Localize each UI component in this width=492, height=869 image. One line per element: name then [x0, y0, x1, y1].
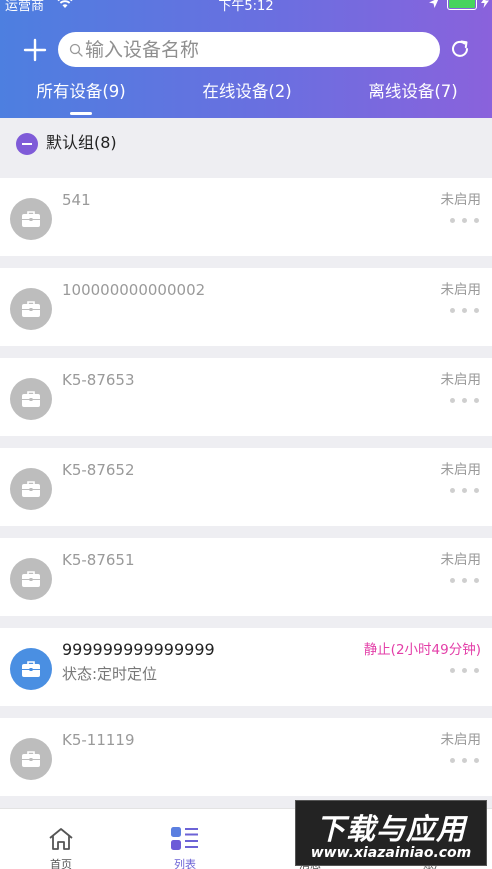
home-icon [49, 828, 73, 850]
device-row[interactable]: 100000000000002 未启用 [0, 268, 492, 346]
device-row[interactable]: 999999999999999 静止(2小时49分钟) 状态:定时定位 [0, 628, 492, 706]
device-row[interactable]: K5-11119 未启用 [0, 718, 492, 796]
device-status: 未启用 [440, 192, 482, 208]
search-icon [69, 43, 83, 57]
tabbar-home[interactable]: 首页 [21, 809, 101, 869]
device-briefcase-icon [10, 738, 52, 780]
more-options-icon[interactable] [450, 218, 482, 224]
device-status: 未启用 [440, 462, 482, 478]
refresh-icon[interactable] [449, 38, 471, 60]
device-name: K5-87652 [62, 461, 135, 479]
more-options-icon[interactable] [450, 398, 482, 404]
device-name: 541 [62, 191, 91, 209]
search-bar[interactable] [58, 32, 440, 67]
device-briefcase-icon [10, 288, 52, 330]
collapse-group-icon[interactable] [16, 133, 38, 155]
device-status: 未启用 [440, 552, 482, 568]
tabbar-list[interactable]: 列表 [145, 809, 225, 869]
more-options-icon[interactable] [450, 668, 482, 674]
watermark-logo: 下载与应用 www.xiazainiao.com [295, 800, 487, 866]
list-icon [171, 827, 198, 850]
status-bar: 运营商 下午5:12 [0, 0, 492, 22]
add-device-button[interactable] [22, 37, 48, 63]
device-name: K5-11119 [62, 731, 135, 749]
watermark-title: 下载与应用 [315, 812, 466, 846]
device-name: 100000000000002 [62, 281, 206, 299]
device-row[interactable]: K5-87653 未启用 [0, 358, 492, 436]
active-tab-indicator [70, 112, 92, 115]
device-row[interactable]: K5-87651 未启用 [0, 538, 492, 616]
more-options-icon[interactable] [450, 308, 482, 314]
device-name: K5-87653 [62, 371, 135, 389]
charging-icon [481, 0, 489, 8]
device-substatus: 状态:定时定位 [62, 665, 158, 683]
more-options-icon[interactable] [450, 578, 482, 584]
app-header: 运营商 下午5:12 所有设备(9) 在线设备(2) 离线设备(7) [0, 0, 492, 118]
tab-all-devices[interactable]: 所有设备(9) [20, 80, 142, 104]
device-briefcase-icon [10, 648, 52, 690]
device-search-input[interactable] [85, 32, 425, 67]
location-arrow-icon [429, 0, 439, 8]
device-status: 静止(2小时49分钟) [363, 642, 481, 658]
device-briefcase-icon [10, 558, 52, 600]
device-name: K5-87651 [62, 551, 135, 569]
battery-icon [447, 0, 477, 10]
device-briefcase-icon [10, 468, 52, 510]
more-options-icon[interactable] [450, 758, 482, 764]
status-time: 下午5:12 [218, 0, 274, 14]
device-row[interactable]: K5-87652 未启用 [0, 448, 492, 526]
tabbar-label: 列表 [174, 858, 196, 869]
watermark-url: www.xiazainiao.com [310, 845, 472, 861]
device-status: 未启用 [440, 372, 482, 388]
device-briefcase-icon [10, 378, 52, 420]
device-status: 未启用 [440, 282, 482, 298]
tab-online-devices[interactable]: 在线设备(2) [186, 80, 308, 104]
device-briefcase-icon [10, 198, 52, 240]
device-status: 未启用 [440, 732, 482, 748]
tabbar-label: 首页 [50, 858, 72, 869]
group-header[interactable]: 默认组(8) [0, 118, 492, 170]
more-options-icon[interactable] [450, 488, 482, 494]
device-name: 999999999999999 [62, 640, 215, 659]
device-row[interactable]: 541 未启用 [0, 178, 492, 256]
group-title: 默认组(8) [46, 133, 117, 152]
tab-offline-devices[interactable]: 离线设备(7) [352, 80, 474, 104]
